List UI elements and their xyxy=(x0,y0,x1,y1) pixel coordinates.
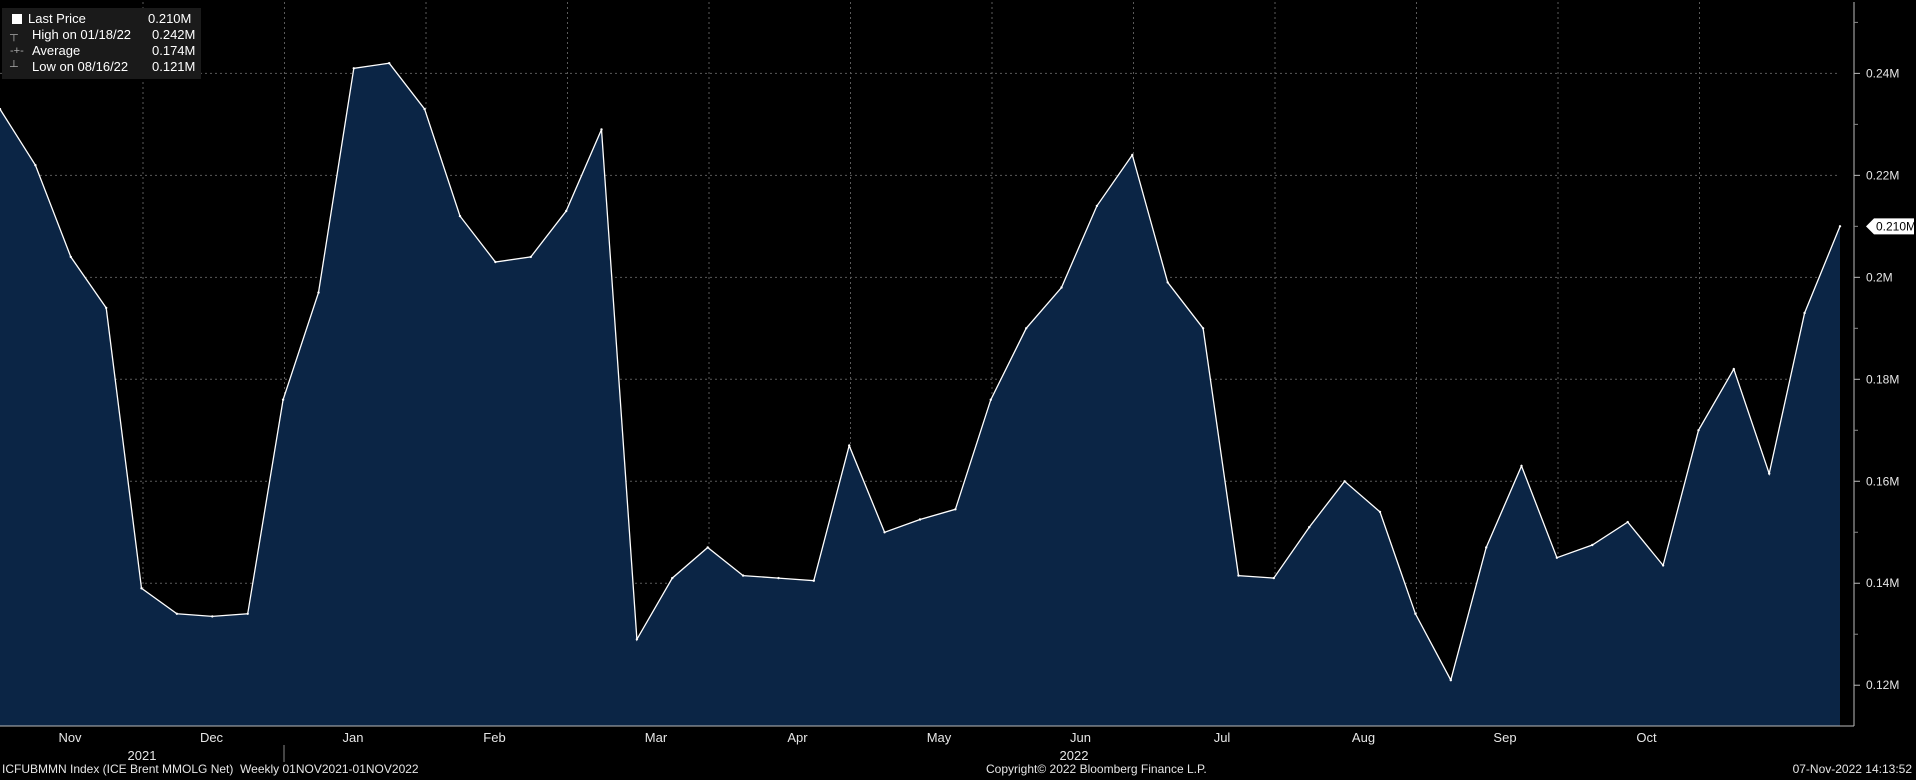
data-point xyxy=(741,574,745,577)
data-point xyxy=(1131,153,1134,157)
data-point xyxy=(812,579,815,582)
chart-legend: Last Price 0.210M ┬ High on 01/18/22 0.2… xyxy=(2,8,202,79)
legend-label: Last Price xyxy=(28,11,86,26)
data-point xyxy=(1201,327,1205,330)
x-tick-label: Mar xyxy=(645,730,668,745)
legend-value: 0.210M xyxy=(148,11,192,26)
last-price-tag-label: 0.210M xyxy=(1876,219,1916,233)
data-point xyxy=(883,531,886,534)
x-tick-label: Oct xyxy=(1636,730,1657,745)
data-point xyxy=(69,255,73,259)
copyright-text: Copyright© 2022 Bloomberg Finance L.P. xyxy=(986,762,1207,776)
data-point xyxy=(918,518,922,521)
data-point xyxy=(352,67,355,70)
ticker-label: ICFUBMMN Index (ICE Brent MMOLG Net) xyxy=(2,762,234,776)
x-tick-label: Nov xyxy=(58,730,82,745)
data-point xyxy=(954,508,957,511)
data-point xyxy=(1272,576,1276,580)
legend-item-low: ┴ Low on 08/16/22 0.121M xyxy=(10,59,195,75)
data-point xyxy=(1803,311,1806,315)
data-point xyxy=(1166,281,1169,284)
legend-swatch-icon xyxy=(12,14,22,24)
x-tick-label: Aug xyxy=(1352,730,1375,745)
data-point xyxy=(458,214,462,218)
x-tick-label: Sep xyxy=(1493,730,1516,745)
x-tick-label: Apr xyxy=(787,730,808,745)
data-point xyxy=(1308,526,1311,529)
low-marker-icon: ┴ xyxy=(10,61,18,73)
y-tick-label: 0.16M xyxy=(1866,474,1899,488)
data-point xyxy=(1591,543,1594,547)
data-point xyxy=(1838,225,1842,228)
y-tick-label: 0.14M xyxy=(1866,576,1899,590)
data-point xyxy=(494,260,497,264)
year-label: 2021 xyxy=(128,748,157,763)
data-point xyxy=(34,164,37,167)
legend-item-last-price: Last Price 0.210M xyxy=(10,11,195,27)
legend-item-average: -+- Average 0.174M xyxy=(10,43,195,59)
data-point xyxy=(1449,678,1453,682)
data-point xyxy=(671,576,674,580)
series-area xyxy=(0,63,1840,726)
data-point xyxy=(529,255,532,259)
legend-label: High on 01/18/22 xyxy=(32,27,132,42)
data-point xyxy=(105,306,108,310)
x-tick-label: Feb xyxy=(483,730,505,745)
data-point xyxy=(1555,556,1559,559)
data-point xyxy=(1095,204,1099,208)
data-point xyxy=(423,107,426,111)
data-point xyxy=(1485,546,1488,549)
y-tick-label: 0.18M xyxy=(1866,372,1899,386)
data-point xyxy=(317,291,320,294)
data-point xyxy=(1060,286,1063,289)
data-point xyxy=(211,615,214,618)
data-point xyxy=(1732,367,1736,371)
data-point xyxy=(565,209,568,213)
data-point xyxy=(1025,327,1028,330)
data-point xyxy=(989,398,992,401)
x-tick-label: May xyxy=(927,730,952,745)
data-point xyxy=(246,612,249,615)
x-tick-label: Jun xyxy=(1070,730,1091,745)
year-label: 2022 xyxy=(1060,748,1089,763)
average-marker-icon: -+- xyxy=(10,45,24,57)
legend-value: 0.174M xyxy=(152,43,196,58)
y-tick-label: 0.24M xyxy=(1866,66,1899,80)
data-point xyxy=(1343,480,1346,483)
data-point xyxy=(777,576,780,580)
y-tick-label: 0.2M xyxy=(1866,270,1893,284)
data-point xyxy=(140,587,143,590)
legend-label: Average xyxy=(32,43,81,58)
data-point xyxy=(635,638,639,641)
data-point xyxy=(1237,574,1240,577)
data-point xyxy=(848,444,851,447)
data-point xyxy=(1414,612,1417,615)
legend-value: 0.121M xyxy=(152,59,196,74)
x-tick-label: Jan xyxy=(343,730,364,745)
y-tick-label: 0.12M xyxy=(1866,678,1899,692)
legend-item-high: ┬ High on 01/18/22 0.242M xyxy=(10,27,195,43)
data-point xyxy=(1661,564,1665,567)
data-point xyxy=(388,62,391,65)
data-point xyxy=(175,612,179,615)
data-point xyxy=(600,128,603,131)
period-label: Weekly 01NOV2021-01NOV2022 xyxy=(240,762,419,776)
x-tick-label: Jul xyxy=(1214,730,1231,745)
data-point xyxy=(1626,520,1629,524)
high-marker-icon: ┬ xyxy=(10,29,18,41)
data-point xyxy=(1520,464,1523,468)
y-tick-label: 0.22M xyxy=(1866,168,1899,182)
x-tick-label: Dec xyxy=(200,730,224,745)
legend-label: Low on 08/16/22 xyxy=(32,59,129,74)
legend-value: 0.242M xyxy=(152,27,196,42)
timestamp-text: 07-Nov-2022 14:13:52 xyxy=(1792,762,1912,776)
data-point xyxy=(1768,472,1771,475)
data-point xyxy=(706,546,709,549)
chart-area: 0.12M 0.14M 0.16M 0.18M 0.2M 0.22M 0.24M 0.210M… xyxy=(0,2,1916,763)
data-point xyxy=(281,398,285,401)
ticker-description: ICFUBMMN Index (ICE Brent MMOLG Net) Wee… xyxy=(2,762,419,776)
data-point xyxy=(1378,510,1382,514)
data-point xyxy=(1697,429,1700,432)
